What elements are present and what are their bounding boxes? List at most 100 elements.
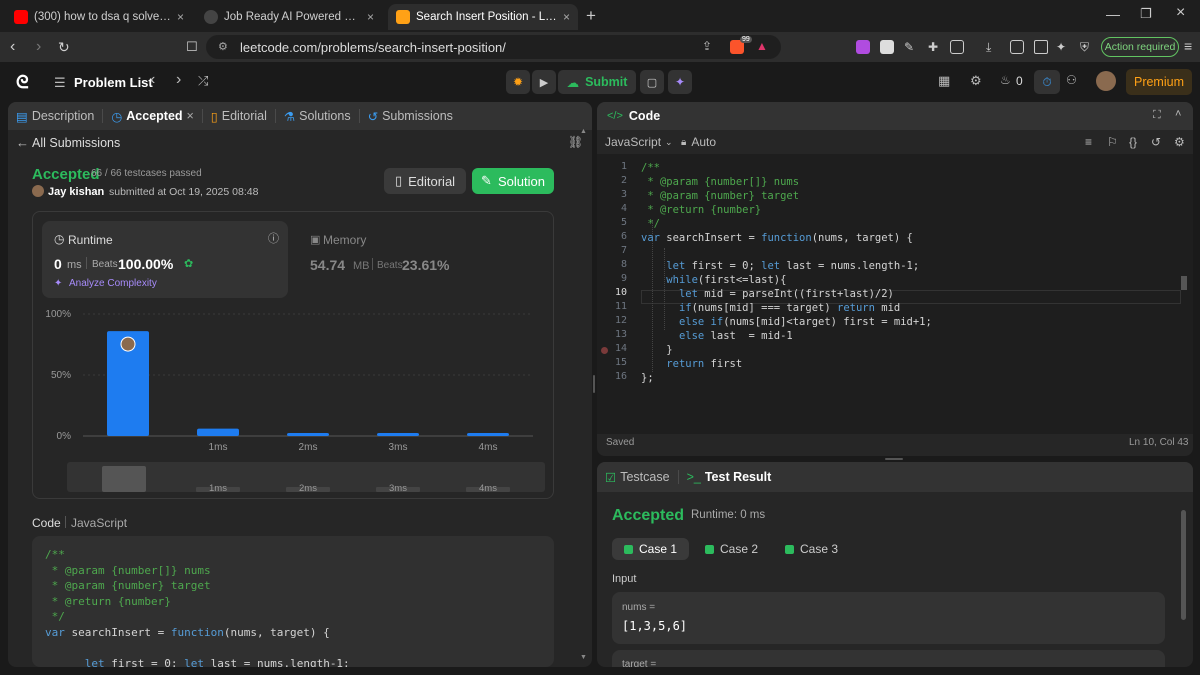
- settings-gear-icon[interactable]: ⚙: [970, 73, 982, 89]
- case-3-tab[interactable]: Case 3: [773, 538, 850, 560]
- submitted-time: submitted at Oct 19, 2025 08:48: [109, 186, 259, 198]
- code-line: var searchInsert = function(nums, target…: [641, 232, 913, 244]
- settings-icon[interactable]: ⚙: [1174, 135, 1185, 149]
- restore-icon[interactable]: ❐: [1140, 6, 1152, 22]
- site-info-icon[interactable]: ⚙: [218, 40, 228, 53]
- collapse-icon[interactable]: ˄: [1175, 108, 1181, 120]
- mode-select[interactable]: 🔒︎ Auto: [681, 135, 716, 149]
- solution-button[interactable]: ✎ Solution: [472, 168, 554, 194]
- format-icon[interactable]: ≡: [1085, 135, 1092, 149]
- fullscreen-icon[interactable]: ⛶: [1153, 109, 1161, 122]
- debug-icon[interactable]: ✹: [506, 70, 530, 94]
- url-field[interactable]: ⚙ leetcode.com/problems/search-insert-po…: [206, 35, 781, 59]
- download-icon[interactable]: ⤓: [986, 40, 1000, 54]
- add-user-icon[interactable]: ⚇: [1066, 73, 1077, 87]
- tab-test-result[interactable]: >_ Test Result: [679, 462, 780, 492]
- chart-bar[interactable]: [197, 428, 239, 436]
- sidebar-icon[interactable]: [1010, 40, 1024, 54]
- back-icon[interactable]: ‹: [10, 38, 15, 56]
- chart-bar[interactable]: [467, 433, 509, 436]
- tab-title: (300) how to dsa q solve on hackerra: [34, 11, 171, 23]
- wallet-icon[interactable]: [1034, 40, 1048, 54]
- browser-tab[interactable]: (300) how to dsa q solve on hackerra ×: [6, 4, 192, 30]
- close-icon[interactable]: ×: [367, 10, 374, 24]
- minimize-icon[interactable]: —: [1106, 6, 1120, 22]
- browser-tab[interactable]: Job Ready AI Powered Cohort: Web ×: [196, 4, 382, 30]
- bookmark-icon[interactable]: ⚐: [1107, 135, 1118, 149]
- ai-sparkle-icon[interactable]: ✦: [668, 70, 692, 94]
- eyedropper-icon[interactable]: ✎: [904, 40, 918, 54]
- notes-icon[interactable]: ▢: [640, 70, 664, 94]
- back-arrow-icon[interactable]: ←: [16, 135, 29, 150]
- menu-icon[interactable]: ≡: [1184, 38, 1192, 54]
- close-icon[interactable]: ×: [563, 10, 570, 24]
- reload-icon[interactable]: ↻: [58, 38, 70, 56]
- submit-button[interactable]: ☁ Submit: [558, 70, 636, 94]
- analyze-complexity-link[interactable]: Analyze Complexity: [69, 278, 157, 289]
- problem-list-link[interactable]: Problem List: [74, 75, 153, 90]
- horizontal-splitter[interactable]: [885, 458, 903, 460]
- screenshot-icon[interactable]: [950, 40, 964, 54]
- prev-problem-icon[interactable]: ‹: [150, 71, 155, 89]
- close-tab-icon[interactable]: ×: [187, 109, 194, 123]
- editor-scrollbar[interactable]: [1181, 276, 1187, 290]
- extension-icon[interactable]: [880, 40, 894, 54]
- run-button[interactable]: ▶: [532, 70, 556, 94]
- new-tab-icon[interactable]: +: [586, 6, 596, 26]
- result-scrollbar[interactable]: [1181, 510, 1186, 620]
- forward-icon[interactable]: ›: [36, 38, 41, 56]
- vpn-icon[interactable]: ⛨: [1080, 40, 1094, 54]
- code-language: JavaScript: [71, 516, 128, 530]
- x-tick-label: 4ms: [479, 442, 498, 453]
- tab-editorial[interactable]: ▯ Editorial: [203, 102, 275, 130]
- braces-icon[interactable]: {}: [1129, 135, 1137, 149]
- language-select[interactable]: JavaScript ⌄: [605, 135, 673, 149]
- minimap-label: 3ms: [389, 483, 407, 494]
- memory-label[interactable]: Memory: [323, 233, 366, 247]
- tab-label: Test Result: [704, 470, 772, 484]
- action-required-button[interactable]: Action required: [1101, 37, 1179, 57]
- next-problem-icon[interactable]: ›: [176, 71, 181, 89]
- close-window-icon[interactable]: ×: [1176, 4, 1185, 22]
- browser-tab-bar: (300) how to dsa q solve on hackerra × J…: [0, 0, 1200, 32]
- tab-solutions[interactable]: ⚗ Solutions: [276, 102, 359, 130]
- sparkle-icon: ✦: [54, 278, 63, 289]
- username[interactable]: Jay kishan: [48, 186, 104, 198]
- tab-label: Solutions: [299, 109, 351, 123]
- shuffle-icon[interactable]: ⤮: [198, 73, 208, 89]
- code-editor[interactable]: 1 /** 2 * @param {number[]} nums 3 * @param…: [597, 154, 1193, 434]
- timer-icon[interactable]: ⏱: [1034, 70, 1060, 94]
- puzzle-icon[interactable]: ✚: [928, 40, 942, 54]
- tab-title: Job Ready AI Powered Cohort: Web: [224, 11, 361, 23]
- case-1-tab[interactable]: Case 1: [612, 538, 690, 560]
- leo-ai-icon[interactable]: ✦: [1056, 40, 1070, 54]
- leetcode-logo-icon[interactable]: ᘓ: [16, 72, 29, 93]
- tab-description[interactable]: ▤ Description: [8, 102, 102, 130]
- all-submissions-link[interactable]: All Submissions: [32, 136, 120, 150]
- info-icon[interactable]: ⓘ: [268, 230, 279, 246]
- left-scrollbar[interactable]: ▲ ▼: [580, 128, 587, 662]
- party-icon: ✿: [184, 258, 194, 270]
- brave-rewards-icon[interactable]: ▲: [756, 39, 768, 53]
- close-icon[interactable]: ×: [177, 10, 184, 24]
- bookmark-icon[interactable]: ☐: [186, 38, 198, 56]
- user-avatar[interactable]: [1096, 71, 1116, 91]
- reset-icon[interactable]: ↺: [1151, 135, 1161, 149]
- code-label: Code: [32, 516, 61, 530]
- tab-testcase[interactable]: ☑ Testcase: [597, 462, 678, 492]
- target-label: target =: [622, 659, 657, 667]
- share-icon[interactable]: ⇪: [702, 39, 712, 53]
- tab-submissions[interactable]: ↺ Submissions: [360, 102, 461, 130]
- browser-tab-active[interactable]: Search Insert Position - LeetCode ×: [388, 4, 578, 30]
- editorial-button[interactable]: ▯ Editorial: [384, 168, 466, 194]
- case-2-tab[interactable]: Case 2: [693, 538, 770, 560]
- runtime-card[interactable]: ◷ Runtime ⓘ 0 ms Beats 100.00% ✿ ✦ Analy…: [42, 221, 288, 298]
- memory-beats: 23.61%: [402, 257, 450, 273]
- extension-icon[interactable]: [856, 40, 870, 54]
- vertical-splitter[interactable]: [593, 375, 595, 393]
- chart-bar[interactable]: [287, 433, 329, 436]
- layout-grid-icon[interactable]: ▦: [938, 73, 950, 89]
- premium-button[interactable]: Premium: [1126, 69, 1192, 95]
- chart-bar[interactable]: [377, 433, 419, 436]
- tab-accepted[interactable]: ◷ Accepted ×: [103, 102, 202, 130]
